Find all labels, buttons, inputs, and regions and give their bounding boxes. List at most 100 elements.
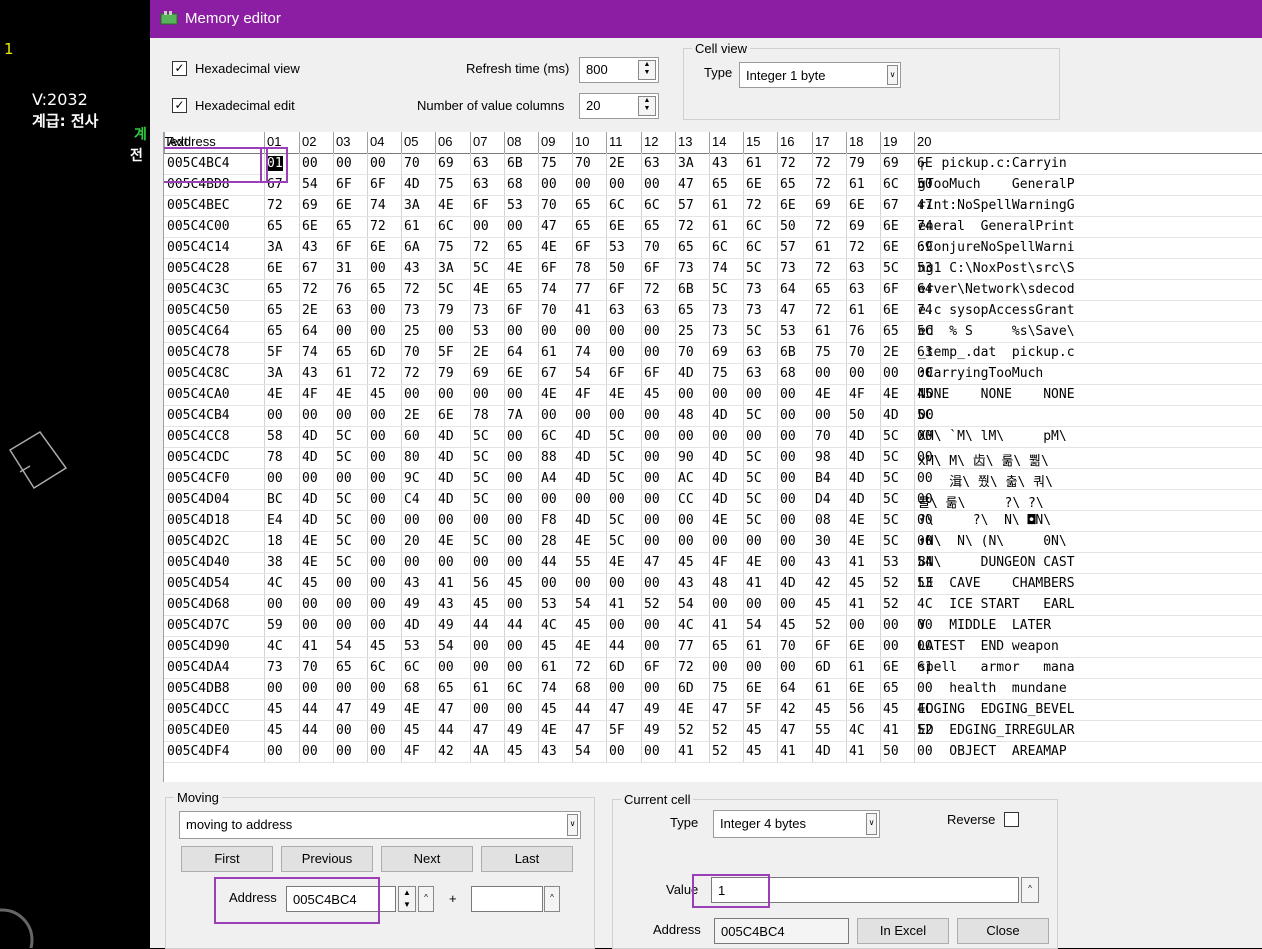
- byte-cell[interactable]: 4E: [678, 702, 694, 717]
- row-text[interactable]: OBJECT AREAMAP: [918, 744, 1066, 759]
- byte-cell[interactable]: 00: [370, 681, 386, 696]
- byte-cell[interactable]: 61: [849, 303, 865, 318]
- col-header-16[interactable]: 16: [780, 134, 794, 149]
- byte-cell[interactable]: 4F: [849, 387, 865, 402]
- byte-cell[interactable]: 88: [541, 450, 557, 465]
- byte-cell[interactable]: 5C: [473, 450, 489, 465]
- table-row[interactable]: 005C4DB8 00 00 00 00 68 65 61 6C 74 68 00 00 6D 75 6E 64…: [164, 678, 1262, 699]
- row-address[interactable]: 005C4BEC: [167, 198, 230, 213]
- byte-cell[interactable]: 6B: [780, 345, 796, 360]
- table-row[interactable]: 005C4C14 3A 43 6F 6E 6A 75 72 65 4E 6F 53 70 65 6C 6C 57…: [164, 237, 1262, 258]
- chevron-down-icon[interactable]: ∨: [866, 813, 877, 835]
- byte-cell[interactable]: 73: [712, 324, 728, 339]
- byte-cell[interactable]: 74: [541, 282, 557, 297]
- byte-cell[interactable]: B4: [815, 471, 831, 486]
- byte-cell[interactable]: 74: [712, 261, 728, 276]
- byte-cell[interactable]: 74: [302, 345, 318, 360]
- byte-cell[interactable]: 47: [438, 702, 454, 717]
- byte-cell[interactable]: 4E: [541, 240, 557, 255]
- byte-cell[interactable]: 6F: [473, 198, 489, 213]
- row-text[interactable]: spell armor mana: [918, 660, 1075, 675]
- row-address[interactable]: 005C4C50: [167, 303, 230, 318]
- byte-cell[interactable]: 00: [712, 534, 728, 549]
- byte-cell[interactable]: 00: [438, 324, 454, 339]
- byte-cell[interactable]: 45: [541, 639, 557, 654]
- byte-cell[interactable]: 4D: [712, 408, 728, 423]
- byte-cell[interactable]: 00: [404, 387, 420, 402]
- byte-cell[interactable]: 54: [302, 177, 318, 192]
- byte-cell[interactable]: 65: [336, 345, 352, 360]
- byte-cell[interactable]: 52: [883, 576, 899, 591]
- byte-cell[interactable]: 43: [712, 156, 728, 171]
- row-address[interactable]: 005C4DF4: [167, 744, 230, 759]
- byte-cell[interactable]: 6F: [644, 366, 660, 381]
- row-address[interactable]: 005C4C28: [167, 261, 230, 276]
- byte-cell[interactable]: 3A: [678, 156, 694, 171]
- byte-cell[interactable]: 00: [883, 366, 899, 381]
- byte-cell[interactable]: 00: [302, 597, 318, 612]
- col-header-04[interactable]: 04: [370, 134, 384, 149]
- byte-cell[interactable]: 00: [370, 261, 386, 276]
- byte-cell[interactable]: 6D: [370, 345, 386, 360]
- byte-cell[interactable]: 00: [644, 429, 660, 444]
- byte-cell[interactable]: 70: [302, 660, 318, 675]
- byte-cell[interactable]: 65: [267, 324, 283, 339]
- byte-cell[interactable]: 43: [302, 366, 318, 381]
- byte-cell[interactable]: 52: [712, 723, 728, 738]
- byte-cell[interactable]: 00: [370, 408, 386, 423]
- previous-button[interactable]: Previous: [281, 846, 373, 872]
- byte-cell[interactable]: 60: [404, 429, 420, 444]
- byte-cell[interactable]: 00: [473, 702, 489, 717]
- byte-cell[interactable]: 41: [746, 576, 762, 591]
- byte-cell[interactable]: D4: [815, 492, 831, 507]
- value-up-icon[interactable]: ^: [1021, 877, 1039, 903]
- byte-cell[interactable]: 00: [370, 450, 386, 465]
- byte-cell[interactable]: 00: [780, 534, 796, 549]
- table-row[interactable]: 005C4D7C 59 00 00 00 4D 49 44 44 4C 45 00 00 4C 41 54 45…: [164, 615, 1262, 636]
- byte-cell[interactable]: 00: [507, 471, 523, 486]
- byte-cell[interactable]: 00: [267, 471, 283, 486]
- byte-cell[interactable]: 00: [712, 429, 728, 444]
- byte-cell[interactable]: 4E: [438, 198, 454, 213]
- table-row[interactable]: 005C4DA4 73 70 65 6C 6C 00 00 00 61 72 6D 6F 72 00 00 00…: [164, 657, 1262, 678]
- row-address[interactable]: 005C4DE0: [167, 723, 230, 738]
- byte-cell[interactable]: 6E: [883, 660, 899, 675]
- byte-cell[interactable]: 4D: [712, 450, 728, 465]
- byte-cell[interactable]: 41: [302, 639, 318, 654]
- byte-cell[interactable]: 4E: [336, 387, 352, 402]
- row-text[interactable]: gTooMuch GeneralP: [918, 177, 1075, 192]
- byte-cell[interactable]: 00: [336, 597, 352, 612]
- offset-up-icon[interactable]: ^: [544, 886, 560, 912]
- byte-cell[interactable]: 3A: [438, 261, 454, 276]
- byte-cell[interactable]: 41: [575, 303, 591, 318]
- byte-cell[interactable]: 6E: [849, 681, 865, 696]
- byte-cell[interactable]: 69: [712, 345, 728, 360]
- col-header-09[interactable]: 09: [541, 134, 555, 149]
- byte-cell[interactable]: 70: [575, 156, 591, 171]
- byte-cell[interactable]: 72: [815, 177, 831, 192]
- row-text[interactable]: XM\ `M\ lM\ pM\: [918, 429, 1067, 444]
- byte-cell[interactable]: AC: [678, 471, 694, 486]
- table-row[interactable]: 005C4DE0 45 44 00 00 45 44 47 49 4E 47 5F 49 52 52 45 47…: [164, 720, 1262, 741]
- byte-cell[interactable]: 00: [507, 450, 523, 465]
- byte-cell[interactable]: 6E: [336, 198, 352, 213]
- byte-cell[interactable]: 4D: [883, 408, 899, 423]
- table-row[interactable]: 005C4BEC 72 69 6E 74 3A 4E 6F 53 70 65 6C 6C 57 61 72 6E…: [164, 195, 1262, 216]
- byte-cell[interactable]: 65: [815, 282, 831, 297]
- table-row[interactable]: 005C4C00 65 6E 65 72 61 6C 00 00 47 65 6E 65 72 61 6C 50…: [164, 216, 1262, 237]
- byte-cell[interactable]: 76: [849, 324, 865, 339]
- byte-cell[interactable]: 65: [267, 219, 283, 234]
- byte-cell[interactable]: 70: [678, 345, 694, 360]
- byte-cell[interactable]: 6E: [507, 366, 523, 381]
- byte-cell[interactable]: 64: [780, 282, 796, 297]
- byte-cell[interactable]: 00: [370, 555, 386, 570]
- byte-cell[interactable]: 00: [780, 387, 796, 402]
- byte-cell[interactable]: 41: [712, 618, 728, 633]
- byte-cell[interactable]: 00: [507, 534, 523, 549]
- byte-cell[interactable]: 00: [575, 492, 591, 507]
- byte-cell[interactable]: 6F: [507, 303, 523, 318]
- byte-cell[interactable]: 3A: [404, 198, 420, 213]
- address-stepper-icon[interactable]: ▲ ▼: [398, 886, 416, 912]
- byte-cell[interactable]: 00: [336, 156, 352, 171]
- byte-cell[interactable]: 00: [609, 576, 625, 591]
